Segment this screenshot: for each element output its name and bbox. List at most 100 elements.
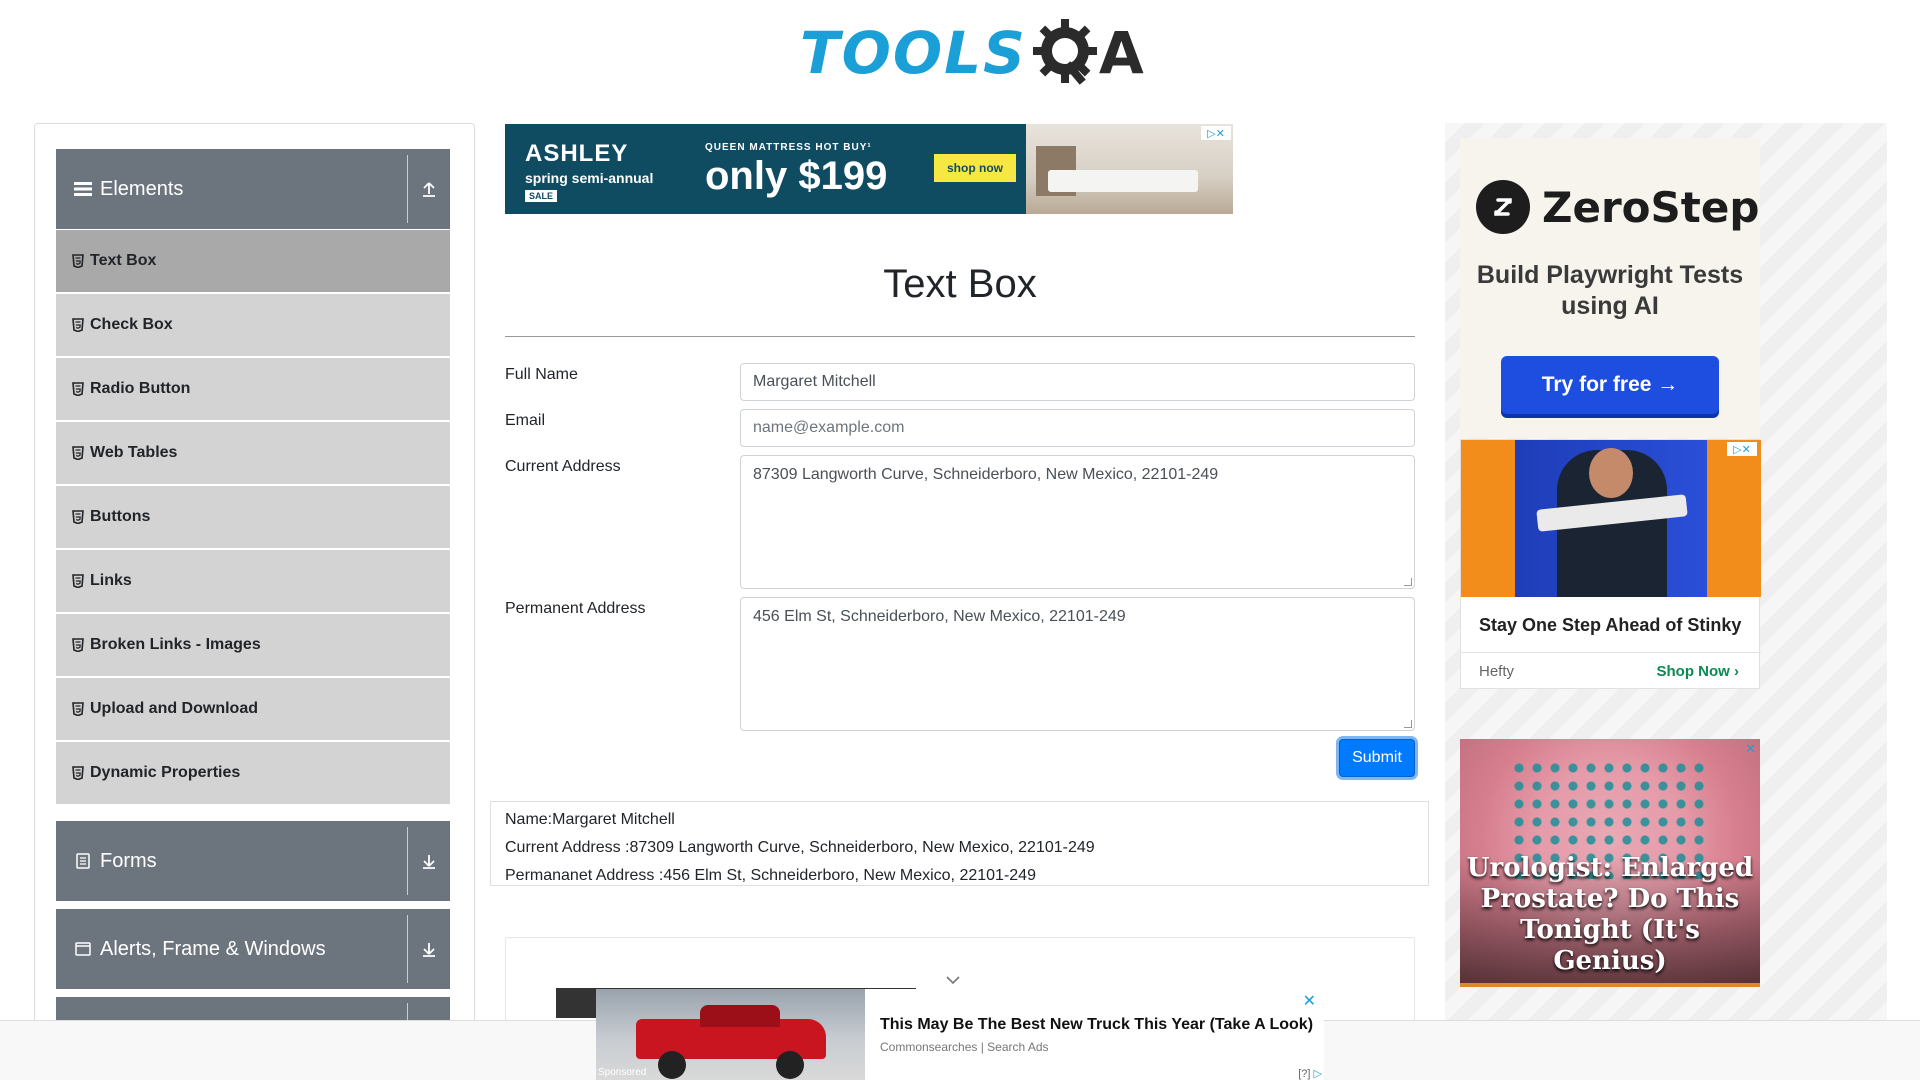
truck-ad-source: Commonsearches | Search Ads bbox=[880, 1040, 1049, 1054]
ashley-brand-block: ASHLEY spring semi-annual SALE bbox=[525, 140, 653, 204]
sidebar-item-check-box[interactable]: Check Box bbox=[56, 294, 450, 356]
logo-text-tools: TOOLS bbox=[800, 19, 1027, 87]
permanent-address-label: Permanent Address bbox=[505, 600, 646, 617]
sidebar-item-web-tables[interactable]: Web Tables bbox=[56, 422, 450, 484]
group-elements[interactable]: Elements bbox=[56, 149, 450, 229]
html5-icon bbox=[72, 638, 84, 652]
group-alerts-frame-windows[interactable]: Alerts, Frame & Windows bbox=[56, 909, 450, 989]
page-title: Text Box bbox=[883, 262, 1037, 306]
mattress-shape bbox=[1048, 170, 1198, 192]
ashley-banner-ad[interactable]: ASHLEY spring semi-annual SALE QUEEN MAT… bbox=[505, 124, 1233, 214]
full-name-input[interactable] bbox=[740, 363, 1415, 401]
sidebar-item-label: Check Box bbox=[90, 316, 173, 333]
divider bbox=[407, 827, 408, 895]
ad-brand: ASHLEY bbox=[525, 140, 629, 167]
divider bbox=[407, 915, 408, 983]
current-address-label: Current Address bbox=[505, 458, 621, 475]
divider bbox=[1461, 652, 1761, 653]
current-address-textarea[interactable]: 87309 Langworth Curve, Schneiderboro, Ne… bbox=[740, 455, 1415, 589]
sponsored-label: Sponsored bbox=[598, 1067, 647, 1078]
email-label: Email bbox=[505, 412, 546, 429]
zerostep-logo: ZeroStep bbox=[1476, 180, 1759, 234]
left-sidebar: Elements Text Box Check Box Radio Button… bbox=[34, 123, 475, 1063]
hefty-ad[interactable]: ▷✕ Stay One Step Ahead of Stinky Hefty S… bbox=[1460, 439, 1761, 689]
sidebar-item-broken-links[interactable]: Broken Links - Images bbox=[56, 614, 450, 676]
shop-now-link[interactable]: Shop Now › bbox=[1657, 663, 1740, 680]
submit-button[interactable]: Submit bbox=[1339, 739, 1415, 777]
truck-image: Sponsored bbox=[596, 989, 865, 1080]
html5-icon bbox=[72, 766, 84, 780]
sidebar-item-radio-button[interactable]: Radio Button bbox=[56, 358, 450, 420]
permanent-address-textarea[interactable]: 456 Elm St, Schneiderboro, New Mexico, 2… bbox=[740, 597, 1415, 731]
wheel-shape bbox=[658, 1051, 686, 1079]
output-name: Name:Margaret Mitchell bbox=[505, 811, 675, 828]
html5-icon bbox=[72, 254, 84, 268]
sidebar-item-dynamic-properties[interactable]: Dynamic Properties bbox=[56, 742, 450, 804]
window-icon bbox=[74, 941, 92, 957]
form-icon bbox=[74, 853, 92, 869]
hamburger-icon bbox=[74, 181, 92, 197]
collapse-arrow-icon[interactable] bbox=[416, 149, 442, 229]
ad-choices-close-icon[interactable]: ▷✕ bbox=[1727, 442, 1757, 456]
hefty-brand: Hefty bbox=[1479, 663, 1515, 680]
ad-offer-small: QUEEN MATTRESS HOT BUY¹ bbox=[705, 142, 872, 153]
urology-ad[interactable]: Urologist: Enlarged Prostate? Do This To… bbox=[1460, 739, 1760, 987]
urology-ad-headline: Urologist: Enlarged Prostate? Do This To… bbox=[1466, 853, 1754, 976]
zerostep-name: ZeroStep bbox=[1542, 182, 1760, 232]
wheel-shape bbox=[776, 1051, 804, 1079]
ad-shop-now-button[interactable]: shop now bbox=[934, 154, 1016, 182]
html5-icon bbox=[72, 574, 84, 588]
sidebar-item-label: Text Box bbox=[90, 252, 157, 269]
play-icon: ▷ bbox=[1313, 1068, 1322, 1080]
ad-sale-badge: SALE bbox=[525, 190, 558, 202]
ad-info-label: [?] bbox=[1298, 1068, 1311, 1080]
email-input[interactable] bbox=[740, 409, 1415, 447]
truck-ad-title[interactable]: This May Be The Best New Truck This Year… bbox=[880, 1016, 1313, 1034]
close-icon[interactable]: ✕ bbox=[1745, 741, 1756, 757]
expand-arrow-icon[interactable] bbox=[416, 909, 442, 989]
sidebar-item-label: Broken Links - Images bbox=[90, 636, 261, 653]
group-title: Alerts, Frame & Windows bbox=[100, 937, 326, 960]
resize-handle-icon[interactable] bbox=[1404, 578, 1412, 586]
html5-icon bbox=[72, 382, 84, 396]
try-for-free-button[interactable]: Try for free → bbox=[1501, 356, 1719, 414]
close-icon[interactable]: ✕ bbox=[1303, 991, 1316, 1011]
sidebar-item-upload-download[interactable]: Upload and Download bbox=[56, 678, 450, 740]
logo-text-a: A bbox=[1098, 19, 1144, 87]
ad-offer-price: only $199 bbox=[705, 154, 888, 198]
html5-icon bbox=[72, 318, 84, 332]
chevron-down-icon[interactable] bbox=[946, 972, 960, 985]
html5-icon bbox=[72, 446, 84, 460]
zerostep-ad[interactable]: ZeroStep Build Playwright Tests using AI… bbox=[1460, 138, 1760, 438]
toolsqa-logo[interactable]: TOOLS A bbox=[800, 14, 1144, 92]
sidebar-item-links[interactable]: Links bbox=[56, 550, 450, 612]
zerostep-tagline: Build Playwright Tests using AI bbox=[1476, 261, 1744, 320]
group-title: Elements bbox=[100, 177, 184, 200]
sidebar-item-label: Upload and Download bbox=[90, 700, 258, 717]
full-name-label: Full Name bbox=[505, 366, 578, 383]
ad-choices-close-icon[interactable]: ▷✕ bbox=[1201, 126, 1231, 140]
truck-ad[interactable]: Sponsored This May Be The Best New Truck… bbox=[596, 989, 1324, 1080]
sidebar-item-label: Buttons bbox=[90, 508, 151, 525]
divider bbox=[407, 155, 408, 223]
sidebar-item-text-box[interactable]: Text Box bbox=[56, 230, 450, 292]
zerostep-logo-icon bbox=[1476, 180, 1530, 234]
sidebar-item-label: Links bbox=[90, 572, 132, 589]
sidebar-item-label: Web Tables bbox=[90, 444, 178, 461]
group-forms[interactable]: Forms bbox=[56, 821, 450, 901]
gear-icon bbox=[1031, 17, 1103, 89]
group-title: Forms bbox=[100, 849, 157, 872]
output-permanent-address: Permananet Address :456 Elm St, Schneide… bbox=[505, 867, 1036, 884]
sidebar-item-buttons[interactable]: Buttons bbox=[56, 486, 450, 548]
ad-subtitle: spring semi-annual bbox=[525, 170, 654, 186]
resize-handle-icon[interactable] bbox=[1404, 720, 1412, 728]
expand-arrow-icon[interactable] bbox=[416, 821, 442, 901]
html5-icon bbox=[72, 702, 84, 716]
title-divider bbox=[505, 336, 1415, 337]
output-panel: Name:Margaret Mitchell Current Address :… bbox=[490, 801, 1429, 886]
person-head-shape bbox=[1589, 448, 1633, 498]
hefty-ad-image bbox=[1461, 440, 1761, 597]
html5-icon bbox=[72, 510, 84, 524]
ad-info-icon[interactable]: [?] ▷ bbox=[1298, 1067, 1322, 1080]
output-current-address: Current Address :87309 Langworth Curve, … bbox=[505, 839, 1095, 856]
